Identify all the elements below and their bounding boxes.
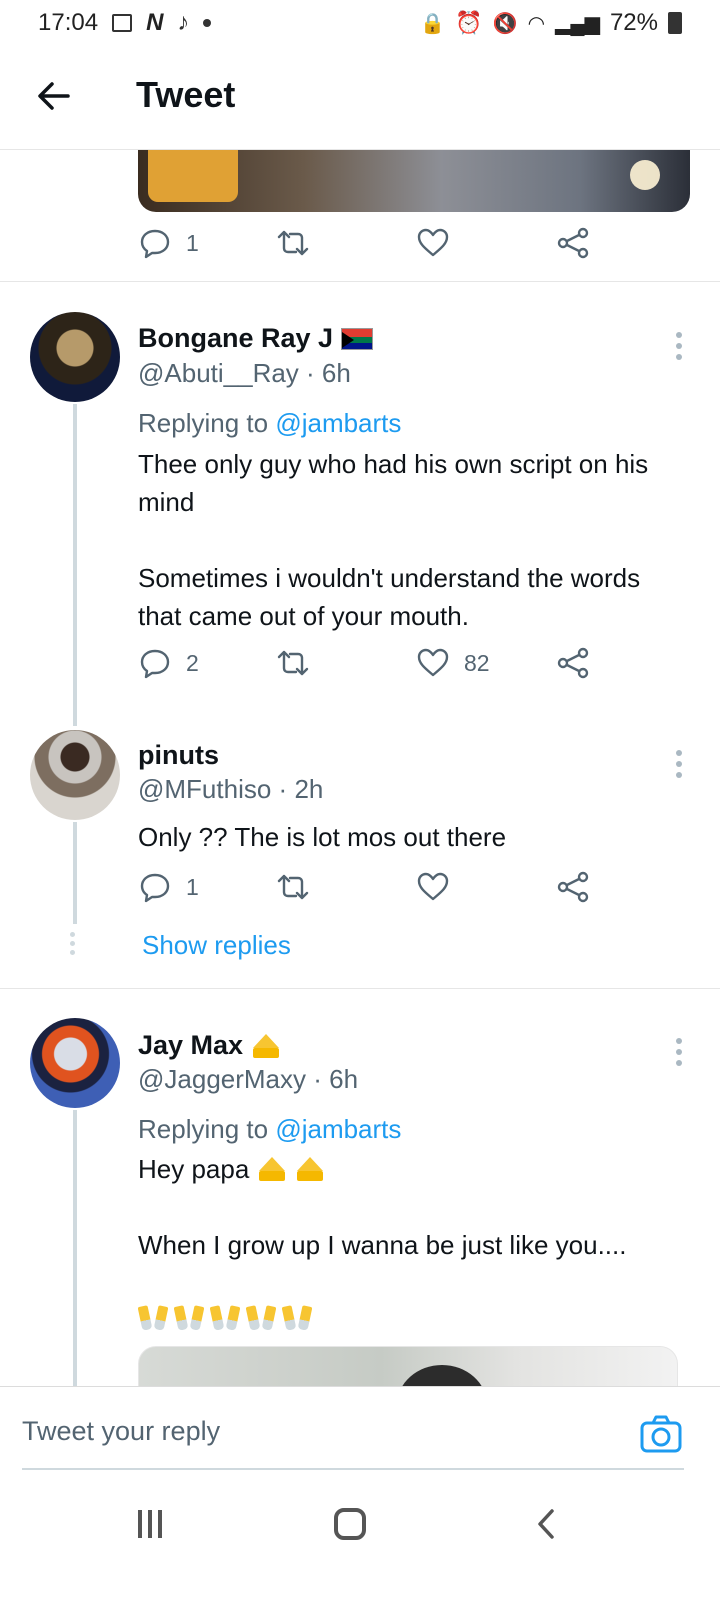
battery-icon	[668, 12, 682, 34]
retweet-icon	[277, 874, 309, 900]
tweet-text-line: When I grow up I wanna be just like you.…	[138, 1230, 627, 1260]
retweet-button[interactable]	[276, 646, 310, 680]
retweet-button[interactable]	[276, 870, 310, 904]
tiktok-icon: ♪	[177, 9, 190, 36]
handle[interactable]: @MFuthiso · 2h	[138, 774, 323, 805]
tweet-text-line: Hey papa	[138, 1150, 678, 1188]
reply-button[interactable]: 1	[138, 870, 199, 904]
reply-button[interactable]: 2	[138, 646, 199, 680]
replying-to: Replying to @jambarts	[138, 408, 402, 438]
reply-input[interactable]: Tweet your reply	[22, 1406, 622, 1456]
tweet-media-image[interactable]	[138, 150, 690, 212]
display-name[interactable]: Jay Max	[138, 1030, 281, 1061]
mention-link[interactable]: @jambarts	[275, 1114, 401, 1144]
share-button[interactable]	[556, 646, 590, 680]
more-options-icon[interactable]	[676, 750, 684, 783]
like-button[interactable]: 82	[416, 646, 490, 680]
heart-icon	[417, 872, 449, 901]
clinking-glasses-icon	[282, 1296, 312, 1330]
home-icon[interactable]	[334, 1508, 366, 1540]
recent-apps-icon[interactable]	[138, 1510, 168, 1538]
share-button[interactable]	[556, 870, 590, 904]
display-name[interactable]: Bongane Ray J	[138, 323, 374, 354]
wifi-icon: ◠	[527, 12, 546, 35]
thread-line	[73, 404, 77, 726]
retweet-icon	[277, 230, 309, 256]
crown-emoji-icon	[251, 1033, 281, 1058]
avatar[interactable]	[30, 730, 120, 820]
retweet-button[interactable]	[276, 226, 310, 260]
system-nav-bar	[0, 1490, 720, 1600]
divider	[0, 988, 720, 989]
gallery-icon	[112, 14, 133, 32]
reply-button[interactable]: 1	[138, 226, 199, 260]
divider	[0, 281, 720, 282]
alarm-icon: ⏰	[455, 10, 483, 35]
tweet-text: Only ?? The is lot mos out there	[138, 822, 507, 852]
status-bar: 17:04 N ♪ 🔒 ⏰ 🔇 ◠ ▂▄▆ 72%	[0, 0, 720, 46]
reply-count: 1	[186, 229, 199, 256]
more-options-icon[interactable]	[676, 1038, 684, 1071]
share-icon	[557, 647, 589, 679]
mute-icon: 🔇	[492, 12, 518, 35]
reply-icon	[140, 229, 170, 259]
reply-count: 2	[186, 649, 199, 676]
handle[interactable]: @Abuti__Ray · 6h	[138, 358, 351, 389]
back-arrow-icon[interactable]	[34, 76, 74, 116]
page-title: Tweet	[136, 74, 236, 115]
tweet-actions: 1	[138, 226, 598, 266]
avatar[interactable]	[30, 312, 120, 402]
show-replies-link[interactable]: Show replies	[142, 930, 291, 961]
share-icon	[557, 871, 589, 903]
clinking-glasses-icon	[210, 1296, 240, 1330]
nav-back-icon[interactable]	[536, 1508, 556, 1540]
heart-icon	[417, 648, 449, 677]
clinking-glasses-icon	[174, 1296, 204, 1330]
south-africa-flag-icon	[341, 327, 374, 350]
reply-icon	[140, 649, 170, 679]
like-count: 82	[464, 649, 490, 676]
signal-icon: ▂▄▆	[555, 12, 600, 35]
more-options-icon[interactable]	[676, 332, 684, 365]
crown-emoji-icon	[295, 1157, 325, 1181]
replying-to: Replying to @jambarts	[138, 1114, 402, 1144]
tweet-actions: 2 82	[138, 646, 598, 686]
mention-link[interactable]: @jambarts	[275, 408, 401, 438]
reply-count: 1	[186, 873, 199, 900]
like-button[interactable]	[416, 226, 450, 260]
status-time: 17:04	[38, 9, 99, 36]
battery-percent: 72%	[609, 9, 658, 36]
heart-icon	[417, 228, 449, 257]
share-icon	[557, 227, 589, 259]
top-bar: Tweet	[0, 46, 720, 150]
reply-icon	[140, 873, 170, 903]
camera-icon[interactable]	[640, 1414, 682, 1454]
display-name[interactable]: pinuts	[138, 740, 219, 771]
avatar[interactable]	[30, 1018, 120, 1108]
cheers-emoji-row	[138, 1296, 312, 1330]
retweet-icon	[277, 650, 309, 676]
thread-line	[73, 1110, 77, 1390]
crown-emoji-icon	[257, 1157, 287, 1181]
notification-dot-icon	[203, 19, 212, 27]
thread-line	[73, 822, 77, 924]
tweet-text: Thee only guy who had his own script on …	[138, 449, 649, 631]
share-button[interactable]	[556, 226, 590, 260]
clinking-glasses-icon	[246, 1296, 276, 1330]
thread-dots-icon	[70, 932, 78, 959]
lock-icon: 🔒	[420, 12, 446, 35]
input-underline	[22, 1468, 684, 1470]
like-button[interactable]	[416, 870, 450, 904]
netflix-icon: N	[146, 9, 164, 36]
tweet-actions: 1	[138, 870, 598, 910]
clinking-glasses-icon	[138, 1296, 168, 1330]
handle[interactable]: @JaggerMaxy · 6h	[138, 1064, 358, 1095]
